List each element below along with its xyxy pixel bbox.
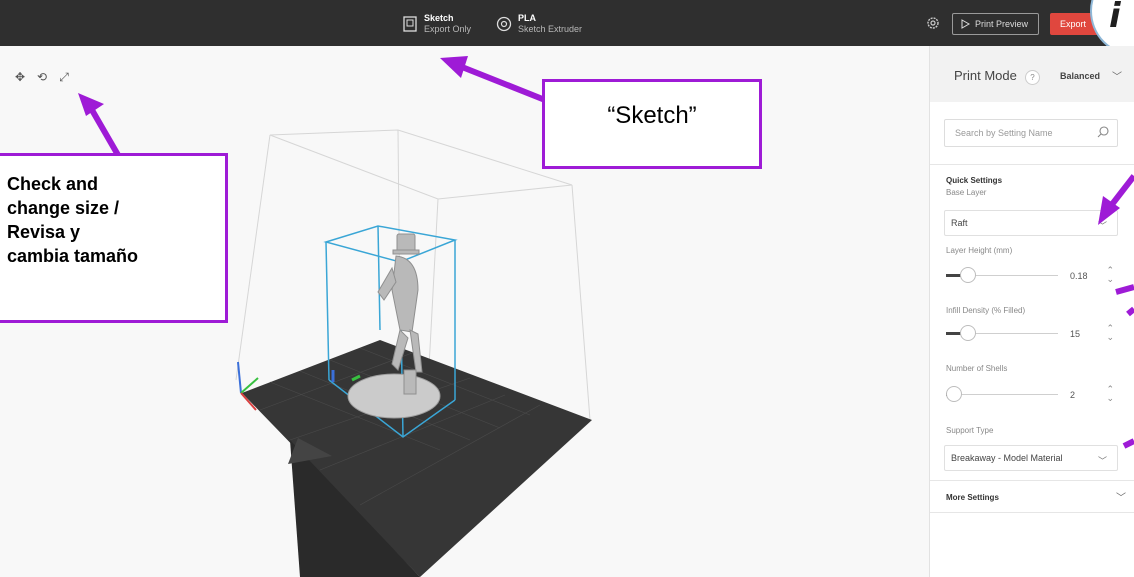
chevron-down-icon[interactable]: ﹀	[1112, 68, 1122, 83]
quick-settings-heading: Quick Settings	[946, 176, 1003, 185]
print-preview-button[interactable]: Print Preview	[952, 13, 1039, 35]
infill-label: Infill Density (% Filled)	[946, 306, 1026, 315]
material-name: PLA	[518, 13, 536, 23]
shells-input[interactable]: 2 ⌃ ⌄	[1066, 384, 1118, 406]
support-type-value: Breakaway - Model Material	[951, 453, 1063, 463]
divider	[930, 512, 1134, 513]
chevron-down-icon[interactable]: ﹀	[1116, 489, 1126, 504]
play-icon	[961, 19, 970, 29]
slider-track	[946, 394, 1058, 395]
printer-subtitle: Export Only	[424, 24, 472, 34]
base-layer-label: Base Layer	[946, 188, 987, 197]
annotation-line: cambia tamaño	[7, 246, 139, 266]
extruder-icon	[496, 16, 512, 32]
chevron-down-icon: ﹀	[1097, 456, 1107, 466]
shells-slider[interactable]	[946, 385, 1058, 405]
divider	[930, 480, 1134, 481]
settings-search-input[interactable]: Search by Setting Name	[944, 119, 1118, 147]
base-layer-select[interactable]: Raft ﹀	[944, 210, 1118, 236]
support-type-label: Support Type	[946, 426, 994, 435]
rotate-icon[interactable]: ⟲	[34, 70, 50, 85]
base-layer-value: Raft	[951, 218, 968, 228]
stepper-icon[interactable]: ⌃ ⌄	[1106, 385, 1114, 403]
sketch-annotation-text: “Sketch”	[607, 102, 697, 129]
infill-slider[interactable]	[946, 324, 1058, 344]
scale-icon[interactable]: ⤢	[56, 70, 72, 85]
settings-body: Search by Setting Name Quick Settings Ba…	[930, 102, 1134, 577]
help-icon[interactable]: ?	[1025, 70, 1040, 85]
z-axis-marker	[237, 361, 242, 394]
annotation-line: Check and	[7, 174, 99, 194]
stepper-icon[interactable]: ⌃ ⌄	[1106, 324, 1114, 342]
size-annotation-box: Check and change size / Revisa y cambia …	[0, 153, 228, 323]
layer-height-label: Layer Height (mm)	[946, 246, 1013, 255]
slider-knob[interactable]	[946, 386, 962, 402]
infill-input[interactable]: 15 ⌃ ⌄	[1066, 323, 1118, 345]
annotation-line: change size /	[7, 198, 120, 218]
material-subtitle: Sketch Extruder	[518, 24, 583, 34]
print-preview-label: Print Preview	[975, 19, 1029, 29]
gear-icon[interactable]	[926, 16, 940, 30]
printer-name: Sketch	[424, 13, 454, 23]
more-settings-label[interactable]: More Settings	[946, 493, 999, 502]
printer-selector[interactable]: Sketch Export Only	[402, 10, 471, 38]
print-mode-title: Print Mode	[954, 68, 1017, 83]
shells-label: Number of Shells	[946, 364, 1008, 373]
layer-height-value: 0.18	[1070, 271, 1088, 281]
size-annotation-text: Check and change size / Revisa y cambia …	[7, 172, 138, 268]
print-mode-value[interactable]: Balanced	[1060, 71, 1100, 81]
model-base	[347, 373, 441, 419]
top-bar: Sketch Export Only PLA Sketch Extruder P…	[0, 0, 1134, 56]
stepper-icon[interactable]: ⌃ ⌄	[1106, 266, 1114, 284]
search-placeholder: Search by Setting Name	[955, 128, 1053, 138]
print-mode-header[interactable]: Print Mode ? Balanced ﹀	[930, 46, 1134, 102]
support-type-select[interactable]: Breakaway - Model Material ﹀	[944, 445, 1118, 471]
move-icon[interactable]: ✥	[12, 70, 28, 85]
export-label: Export	[1060, 19, 1087, 29]
shells-value: 2	[1070, 390, 1076, 400]
settings-panel: Print Mode ? Balanced ﹀ Search by Settin…	[929, 46, 1134, 577]
layer-height-slider[interactable]	[946, 266, 1058, 286]
slider-knob[interactable]	[960, 325, 976, 341]
chevron-down-icon: ﹀	[1097, 221, 1107, 231]
material-selector[interactable]: PLA Sketch Extruder	[496, 10, 582, 38]
logo-letter: i	[1109, 0, 1121, 36]
transform-toolbar: ✥ ⟲ ⤢	[12, 70, 72, 85]
infill-value: 15	[1070, 329, 1081, 339]
sketch-annotation-box: “Sketch”	[542, 79, 762, 169]
divider	[930, 164, 1134, 165]
printer-icon	[403, 16, 417, 32]
annotation-line: Revisa y	[7, 222, 81, 242]
layer-height-input[interactable]: 0.18 ⌃ ⌄	[1066, 265, 1118, 287]
slider-knob[interactable]	[960, 267, 976, 283]
search-icon[interactable]	[1097, 126, 1109, 138]
